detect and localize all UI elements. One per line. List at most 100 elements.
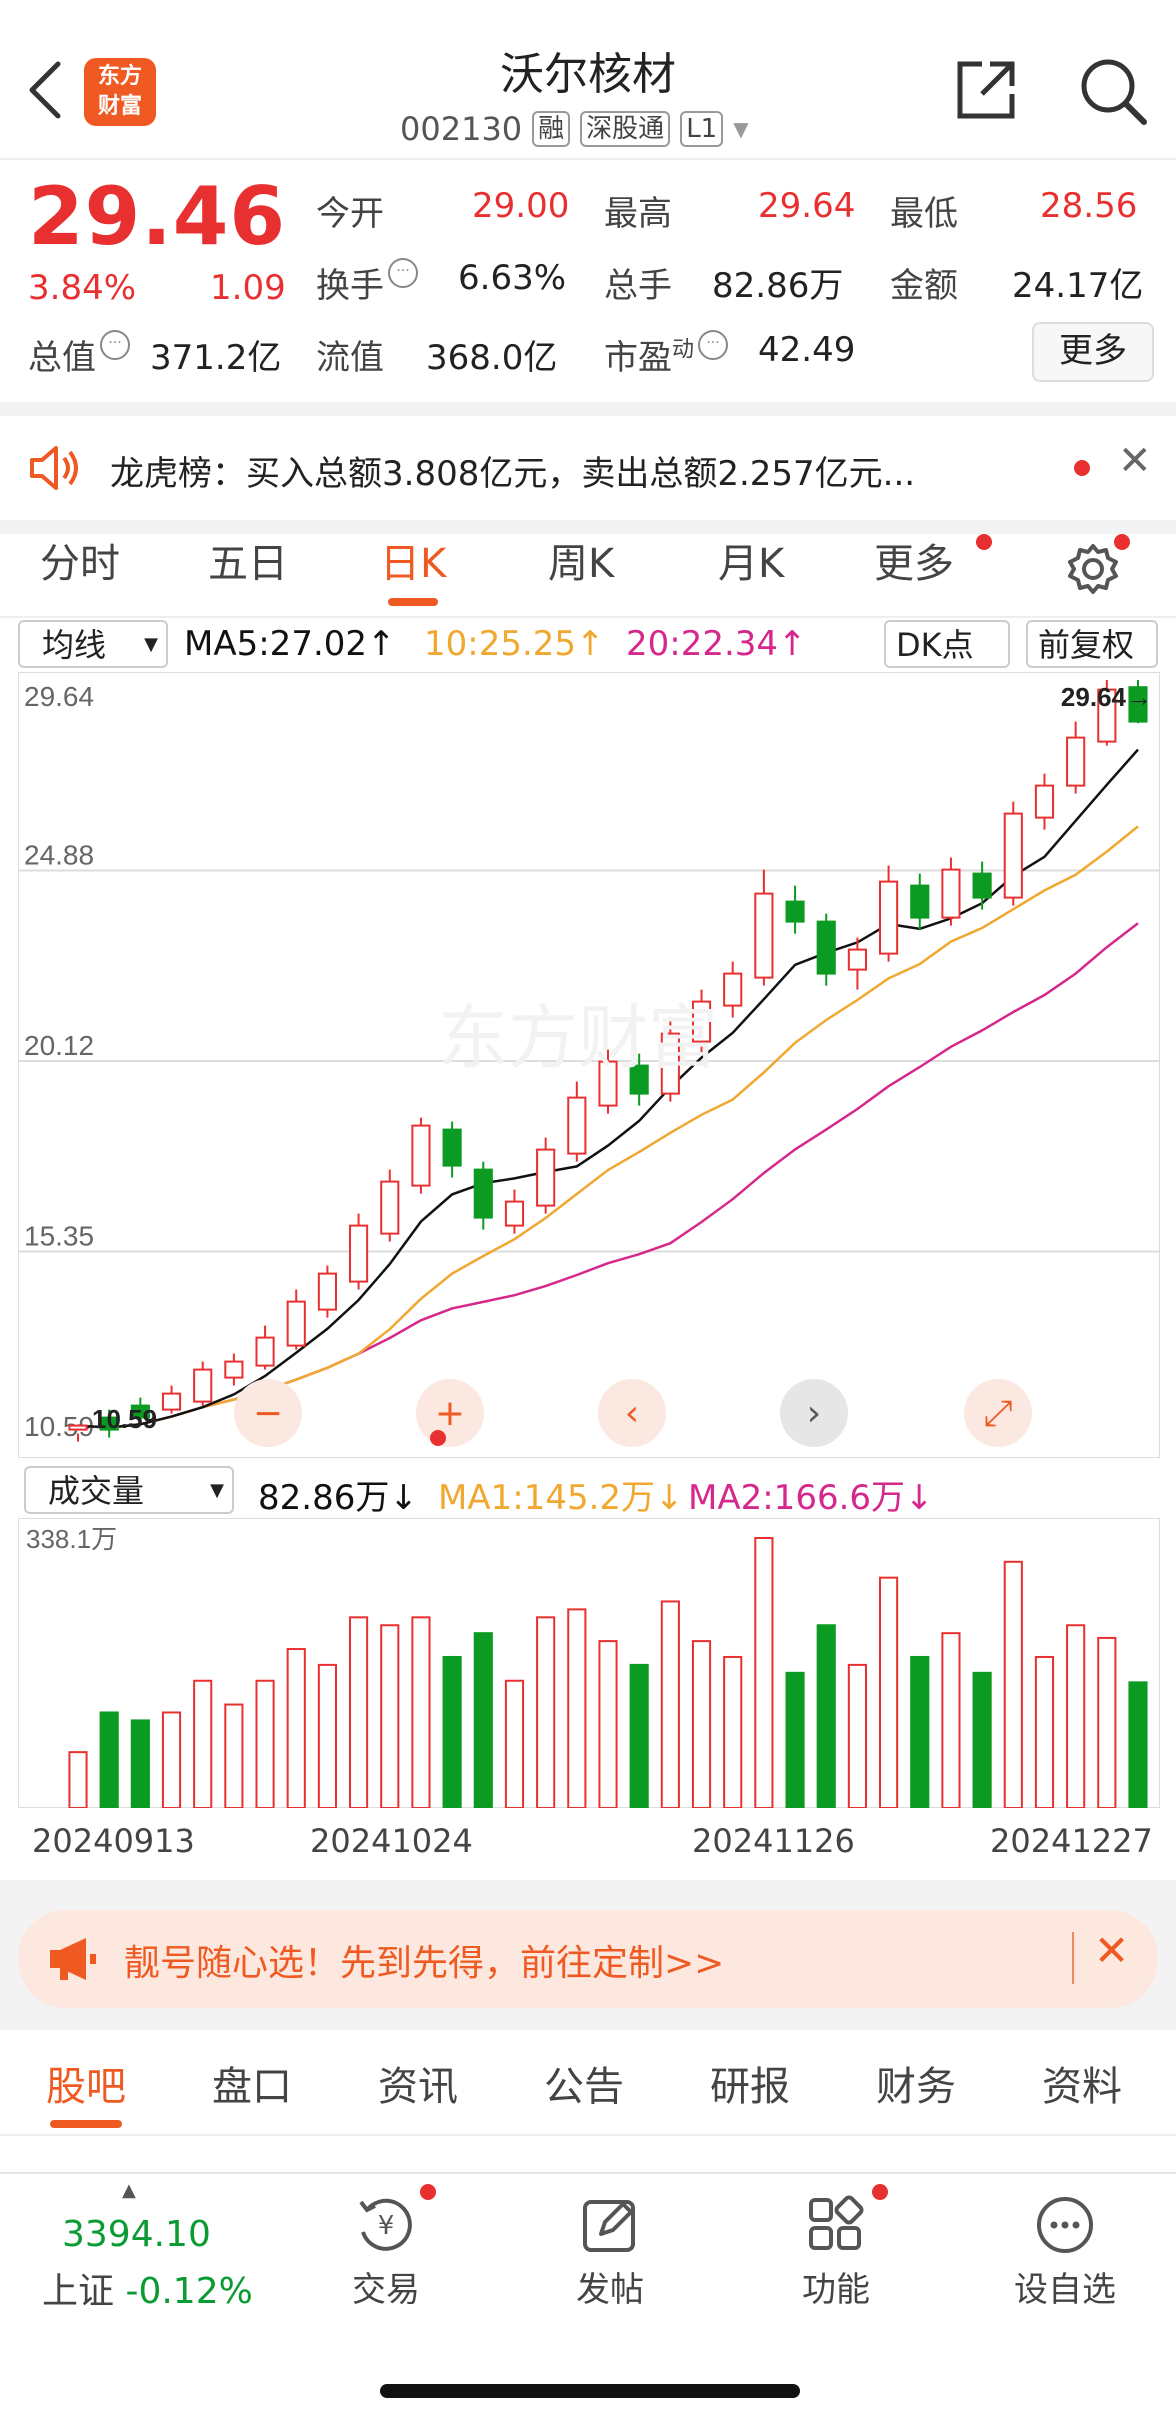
volume-bar bbox=[941, 1632, 961, 1808]
nav-post-label: 发帖 bbox=[576, 2270, 644, 2310]
features-red-dot bbox=[872, 2184, 888, 2200]
pan-left-button[interactable]: ‹ bbox=[598, 1379, 666, 1447]
float-value: 368.0亿 bbox=[426, 338, 558, 378]
tab-profile[interactable]: 资料 bbox=[1042, 2054, 1122, 2112]
zoom-in-button[interactable]: + bbox=[416, 1379, 484, 1447]
tab-research[interactable]: 研报 bbox=[710, 2054, 790, 2112]
candle-body bbox=[68, 1424, 88, 1431]
nav-post[interactable]: 发帖 bbox=[560, 2192, 660, 2311]
turnover-label[interactable]: 换手 ··· bbox=[316, 258, 418, 307]
zoom-out-button[interactable]: − bbox=[234, 1379, 302, 1447]
chevron-down-icon[interactable]: ▼ bbox=[733, 117, 748, 141]
share-icon[interactable] bbox=[952, 56, 1020, 128]
tab-weekly-k[interactable]: 周K bbox=[548, 534, 614, 614]
nav-trade[interactable]: ¥ 交易 bbox=[336, 2192, 436, 2311]
tag-level[interactable]: L1 bbox=[680, 111, 724, 147]
tab-intraday[interactable]: 分时 bbox=[40, 534, 120, 614]
tab-daily-k[interactable]: 日K bbox=[380, 534, 446, 614]
info-icon[interactable]: ··· bbox=[100, 330, 130, 360]
ma10-value: 10:25.25↑ bbox=[424, 624, 605, 664]
candle-body bbox=[380, 1180, 400, 1235]
date-label: 20241126 bbox=[692, 1822, 855, 1860]
volume-bar bbox=[785, 1671, 805, 1808]
megaphone-icon bbox=[46, 1934, 98, 1988]
close-icon[interactable]: ✕ bbox=[1118, 438, 1152, 484]
tag-margin: 融 bbox=[532, 111, 571, 147]
svg-text:−: − bbox=[253, 1393, 283, 1434]
volume-selector-label: 成交量 bbox=[48, 1472, 145, 1510]
dk-point-button[interactable]: DK点 bbox=[884, 620, 1010, 668]
candlestick-chart[interactable]: 29.6424.8820.1215.3510.5929.64→10.59东方财富… bbox=[18, 672, 1160, 1458]
svg-text:⤢: ⤢ bbox=[984, 1393, 1013, 1434]
nav-features[interactable]: 功能 bbox=[786, 2192, 886, 2311]
ma-selector[interactable]: 均线 ▼ bbox=[18, 620, 168, 668]
volume-bar bbox=[224, 1703, 244, 1808]
volume-label: 总手 bbox=[604, 266, 672, 306]
nav-watchlist[interactable]: 设自选 bbox=[1000, 2192, 1130, 2311]
volume-bar bbox=[723, 1655, 743, 1808]
search-icon[interactable] bbox=[1078, 56, 1148, 130]
tab-financials[interactable]: 财务 bbox=[876, 2054, 956, 2112]
candle-body bbox=[1034, 784, 1055, 819]
svg-text:+: + bbox=[435, 1393, 465, 1434]
low-value: 28.56 bbox=[1040, 186, 1138, 226]
settings-gear-icon[interactable] bbox=[1066, 542, 1120, 600]
notice-bar[interactable]: 龙虎榜：买入总额3.808亿元，卖出总额2.257亿元... ✕ bbox=[0, 402, 1176, 534]
tab-forum[interactable]: 股吧 bbox=[46, 2054, 126, 2128]
open-label: 今开 bbox=[316, 194, 384, 234]
mktcap-label[interactable]: 总值 ··· bbox=[28, 330, 130, 379]
volume-bar bbox=[816, 1624, 836, 1808]
stock-code: 002130 bbox=[400, 110, 523, 148]
expand-button[interactable]: ⤢ bbox=[964, 1379, 1032, 1447]
mktcap-label-text: 总值 bbox=[28, 338, 96, 378]
turnover-label-text: 换手 bbox=[316, 266, 384, 306]
index-name-row[interactable]: 上证 -0.12% bbox=[42, 2262, 253, 2314]
candle-body bbox=[411, 1124, 431, 1187]
tab-more[interactable]: 更多 bbox=[874, 534, 954, 614]
close-icon[interactable]: ✕ bbox=[1094, 1926, 1129, 1975]
y-axis-label: 20.12 bbox=[24, 1030, 94, 1061]
volume-bar bbox=[504, 1679, 525, 1808]
adjust-button[interactable]: 前复权 bbox=[1026, 620, 1158, 668]
tab-monthly-k[interactable]: 月K bbox=[718, 534, 784, 614]
date-label: 20241024 bbox=[310, 1822, 473, 1860]
ma5-value: MA5:27.02↑ bbox=[184, 624, 396, 664]
volume-bar bbox=[1034, 1655, 1055, 1808]
pan-right-button[interactable]: › bbox=[780, 1379, 848, 1447]
volume-bar bbox=[193, 1679, 213, 1808]
tab-announcements[interactable]: 公告 bbox=[544, 2054, 624, 2112]
info-icon[interactable]: ··· bbox=[388, 258, 418, 288]
volume-bar bbox=[754, 1537, 774, 1808]
candle-body bbox=[255, 1336, 275, 1367]
notice-text[interactable]: 龙虎榜：买入总额3.808亿元，卖出总额2.257亿元... bbox=[110, 446, 915, 495]
tab-news[interactable]: 资讯 bbox=[378, 2054, 458, 2112]
ma-indicator-bar: 均线 ▼ MA5:27.02↑ 10:25.25↑ 20:22.34↑ DK点 前… bbox=[0, 616, 1176, 672]
volume-bar bbox=[536, 1616, 556, 1808]
candle-body bbox=[349, 1224, 369, 1283]
index-value[interactable]: 3394.10 bbox=[62, 2214, 211, 2255]
candle-body bbox=[473, 1168, 493, 1219]
y-axis-label: 24.88 bbox=[24, 840, 94, 871]
volume-bar bbox=[380, 1624, 400, 1808]
period-tabs: 分时 五日 日K 周K 月K 更多 bbox=[0, 534, 1176, 618]
tab-orderbook[interactable]: 盘口 bbox=[212, 2054, 292, 2112]
ma-selector-label: 均线 bbox=[42, 626, 107, 664]
tab-five-day[interactable]: 五日 bbox=[208, 534, 288, 614]
chevron-up-icon[interactable]: ▲ bbox=[122, 2180, 136, 2201]
more-quote-button[interactable]: 更多 bbox=[1032, 322, 1154, 382]
info-icon[interactable]: ··· bbox=[698, 330, 729, 360]
home-indicator bbox=[380, 2384, 800, 2398]
volume-selector[interactable]: 成交量 ▼ bbox=[24, 1466, 234, 1514]
volume-bar bbox=[972, 1671, 992, 1808]
volume-bar bbox=[567, 1608, 587, 1808]
pe-value: 42.49 bbox=[758, 330, 856, 370]
banner-text[interactable]: 靓号随心选！先到先得，前往定制>> bbox=[124, 1934, 724, 1986]
volume-max-label: 338.1万 bbox=[26, 1524, 117, 1554]
info-tabs: 股吧 盘口 资讯 公告 研报 财务 资料 bbox=[0, 2030, 1176, 2136]
volume-chart[interactable]: 338.1万 bbox=[18, 1518, 1160, 1808]
pe-label[interactable]: 市盈动 ··· bbox=[604, 330, 729, 379]
volume-bar bbox=[598, 1640, 618, 1808]
promo-banner[interactable]: 靓号随心选！先到先得，前往定制>> ✕ bbox=[18, 1910, 1158, 2008]
volume-bar bbox=[847, 1663, 867, 1808]
volume-indicator-bar: 成交量 ▼ 82.86万↓ MA1:145.2万↓ MA2:166.6万↓ bbox=[0, 1462, 1176, 1518]
